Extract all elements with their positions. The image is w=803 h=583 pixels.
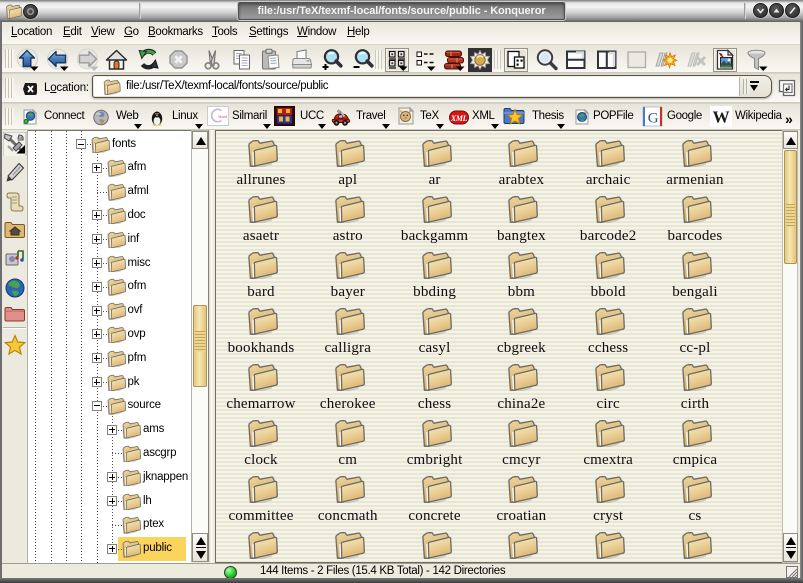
svg-text:Silmaril: Silmaril (218, 115, 227, 119)
svg-text:G: G (648, 111, 659, 127)
svg-text:W: W (713, 108, 730, 127)
svg-text:XML: XML (450, 114, 468, 123)
